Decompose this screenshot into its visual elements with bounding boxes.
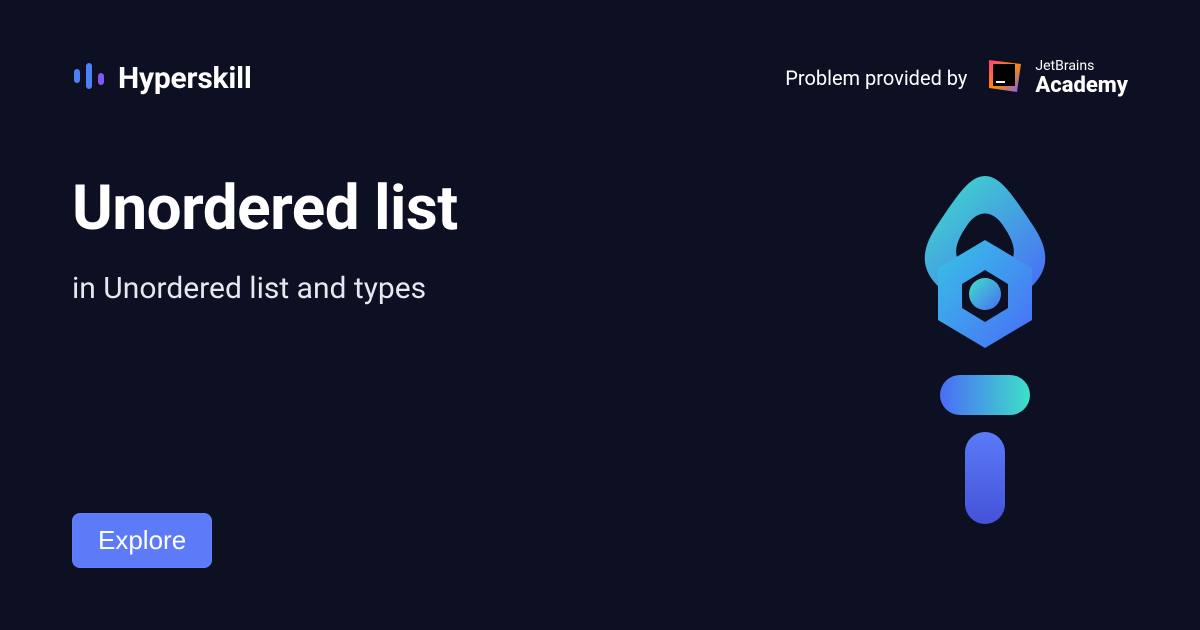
partner-text: JetBrains Academy <box>1035 59 1128 97</box>
jetbrains-logo-icon <box>985 56 1025 100</box>
provided-by-label: Problem provided by <box>785 66 967 90</box>
explore-button[interactable]: Explore <box>72 513 212 568</box>
brand-left: Hyperskill <box>72 59 252 97</box>
mascot-icon <box>880 170 1090 530</box>
partner-brand: JetBrains Academy <box>985 56 1128 100</box>
brand-right: Problem provided by Je <box>785 56 1128 100</box>
brand-name: Hyperskill <box>118 61 252 96</box>
hyperskill-logo-icon <box>72 59 106 97</box>
partner-line2: Academy <box>1035 74 1128 97</box>
partner-line1: JetBrains <box>1035 59 1128 74</box>
header: Hyperskill Problem provided by <box>0 0 1200 100</box>
